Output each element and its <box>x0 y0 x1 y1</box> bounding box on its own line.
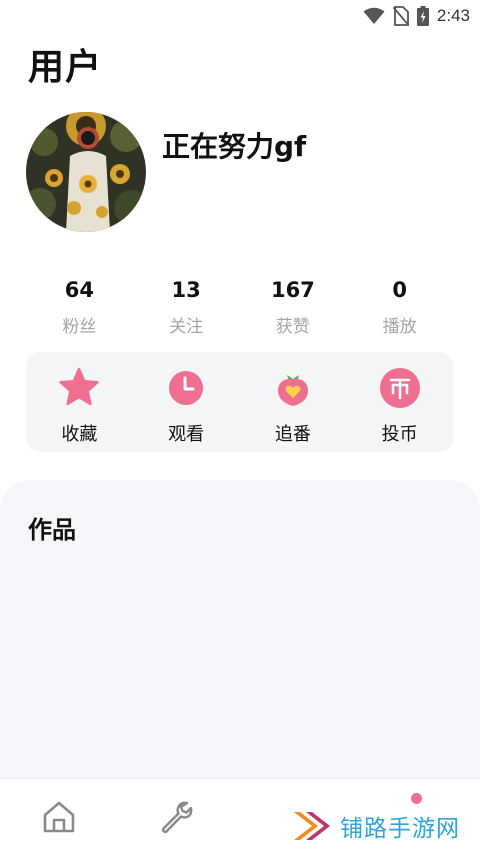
stats-row: 64 粉丝 13 关注 167 获赞 0 播放 <box>26 276 453 340</box>
avatar[interactable] <box>26 112 146 232</box>
coin-icon <box>379 368 420 408</box>
stat-following[interactable]: 13 关注 <box>133 276 240 340</box>
stat-label: 关注 <box>169 317 204 337</box>
following-anime-button[interactable]: 追番 <box>240 352 347 452</box>
wrench-icon <box>161 801 193 834</box>
no-sim-icon <box>392 6 409 26</box>
status-bar: 2:43 <box>0 0 480 32</box>
stat-plays[interactable]: 0 播放 <box>346 276 453 340</box>
home-icon <box>43 801 75 833</box>
watermark: 铺路手游网 <box>290 802 480 850</box>
stat-fans[interactable]: 64 粉丝 <box>26 276 133 340</box>
battery-icon <box>416 6 429 26</box>
stat-value: 13 <box>171 278 201 302</box>
nav-tools[interactable] <box>156 797 196 837</box>
stat-label: 粉丝 <box>62 317 97 337</box>
stat-likes[interactable]: 167 获赞 <box>240 276 347 340</box>
username: 正在努力gf <box>162 130 307 163</box>
status-icons: 2:43 <box>363 6 470 26</box>
action-label: 观看 <box>168 424 205 445</box>
action-label: 追番 <box>274 424 311 445</box>
action-label: 收藏 <box>61 424 98 445</box>
stat-label: 播放 <box>382 317 417 337</box>
stat-label: 获赞 <box>275 317 310 337</box>
works-panel: 作品 <box>0 480 480 780</box>
star-icon <box>59 367 100 406</box>
watermark-text: 铺路手游网 <box>340 816 460 842</box>
coins-button[interactable]: 投币 <box>346 352 453 452</box>
stat-value: 0 <box>392 278 407 302</box>
clock-icon <box>169 371 204 405</box>
works-title: 作品 <box>28 516 76 544</box>
nav-home[interactable] <box>39 797 79 837</box>
watched-button[interactable]: 观看 <box>133 352 240 452</box>
strawberry-heart-icon <box>277 375 308 406</box>
status-time: 2:43 <box>436 6 470 25</box>
favorites-button[interactable]: 收藏 <box>26 352 133 452</box>
wifi-icon <box>363 7 385 24</box>
watermark-logo-icon <box>294 812 330 840</box>
avatar-image <box>26 112 146 232</box>
page-title: 用户 <box>28 47 103 88</box>
stat-value: 167 <box>270 278 315 302</box>
action-label: 投币 <box>381 424 418 445</box>
stat-value: 64 <box>64 278 94 302</box>
action-card: 收藏 观看 追番 投币 <box>26 352 453 452</box>
